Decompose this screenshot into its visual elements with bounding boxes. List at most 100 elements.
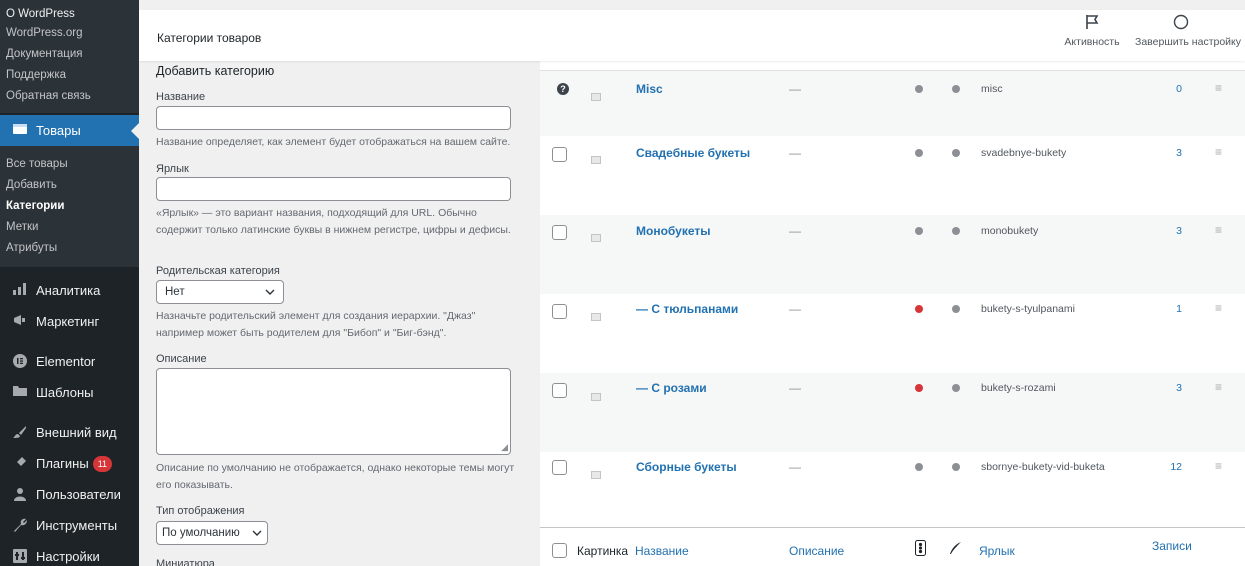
sidebar-item-appearance[interactable]: Внешний вид xyxy=(0,417,139,448)
drag-handle-icon[interactable]: ≡ xyxy=(1215,223,1222,237)
drag-handle-icon[interactable]: ≡ xyxy=(1215,145,1222,159)
status-column-icon xyxy=(915,540,926,559)
image-placeholder-icon xyxy=(591,313,601,321)
drag-handle-icon[interactable]: ≡ xyxy=(1215,380,1222,394)
status-dot-icon xyxy=(915,305,923,313)
activity-label: Активность xyxy=(1064,36,1120,48)
category-name-link[interactable]: Сборные букеты xyxy=(636,460,737,474)
table-footer-header: Картинка Название Описание Ярлык Записи xyxy=(540,527,1245,566)
sidebar-item-products[interactable]: Товары xyxy=(0,115,139,146)
category-count-link[interactable]: 0 xyxy=(1162,83,1182,95)
category-count-link[interactable]: 3 xyxy=(1162,382,1182,394)
slug-hint: «Ярлык» — это вариант названия, подходящ… xyxy=(156,207,511,236)
category-count-link[interactable]: 3 xyxy=(1162,225,1182,237)
visibility-dot-icon xyxy=(952,85,960,93)
column-slug-sort-link[interactable]: Ярлык xyxy=(979,544,1015,558)
drag-handle-icon[interactable]: ≡ xyxy=(1215,459,1222,473)
column-count-sort-link[interactable]: Записи xyxy=(1152,539,1192,553)
plugin-icon xyxy=(12,456,28,472)
table-row: ? Misc — misc 0 ≡ xyxy=(540,71,1245,136)
table-row: — С розами — bukety-s-rozami 3 ≡ xyxy=(540,373,1245,452)
visibility-dot-icon xyxy=(952,149,960,157)
category-thumbnail xyxy=(581,302,611,332)
sidebar-item-plugins[interactable]: Плагины 11 xyxy=(0,448,139,479)
sidebar-item-feedback[interactable]: Обратная связь xyxy=(0,86,139,107)
drag-handle-icon[interactable]: ≡ xyxy=(1215,301,1222,315)
elementor-icon xyxy=(12,353,28,370)
status-dot-icon xyxy=(915,149,923,157)
sidebar-item-tools[interactable]: Инструменты xyxy=(0,510,139,541)
parent-category-value: Нет xyxy=(165,286,185,298)
sidebar-item-elementor[interactable]: Elementor xyxy=(0,346,139,377)
row-checkbox[interactable] xyxy=(552,147,567,162)
sidebar-item-label: Товары xyxy=(36,123,81,138)
row-checkbox[interactable] xyxy=(552,383,567,398)
category-count-link[interactable]: 1 xyxy=(1162,303,1182,315)
parent-category-select[interactable]: Нет xyxy=(156,280,284,304)
image-placeholder-icon xyxy=(591,393,601,401)
table-row: Сборные букеты — sbornye-bukety-vid-buke… xyxy=(540,452,1245,527)
category-thumbnail xyxy=(581,223,611,253)
flag-icon xyxy=(1061,14,1123,32)
name-input[interactable] xyxy=(156,106,511,130)
sidebar-item-marketing[interactable]: Маркетинг xyxy=(0,306,139,337)
sidebar-item-support[interactable]: Поддержка xyxy=(0,65,139,86)
form-heading: Добавить категорию xyxy=(156,64,275,78)
sidebar-item-attributes[interactable]: Атрибуты xyxy=(0,238,139,259)
resize-grip-icon[interactable]: ◢ xyxy=(501,442,508,453)
row-checkbox[interactable] xyxy=(552,225,567,240)
sidebar-item-label: Плагины xyxy=(36,456,89,471)
feather-column-icon xyxy=(949,542,962,558)
category-count-link[interactable]: 12 xyxy=(1162,461,1182,473)
category-thumbnail xyxy=(581,382,611,412)
column-image-label: Картинка xyxy=(577,544,629,558)
sidebar-item-documentation[interactable]: Документация xyxy=(0,44,139,65)
sidebar-item-templates[interactable]: Шаблоны xyxy=(0,377,139,408)
category-description: — xyxy=(789,460,801,474)
category-name-link[interactable]: Свадебные букеты xyxy=(636,146,750,160)
default-category-help-icon[interactable]: ? xyxy=(557,83,569,95)
status-dot-icon xyxy=(915,227,923,235)
category-name-link[interactable]: Монобукеты xyxy=(636,224,710,238)
drag-handle-icon[interactable]: ≡ xyxy=(1215,81,1222,95)
thumbnail-label: Миниатюра xyxy=(156,558,215,566)
category-name-link[interactable]: Misc xyxy=(636,82,663,96)
sidebar-item-analytics[interactable]: Аналитика xyxy=(0,275,139,306)
sidebar-item-tags[interactable]: Метки xyxy=(0,217,139,238)
display-type-label: Тип отображения xyxy=(156,505,245,517)
category-count-link[interactable]: 3 xyxy=(1162,147,1182,159)
sidebar-item-wordpress-org[interactable]: WordPress.org xyxy=(0,23,139,44)
sidebar-item-users[interactable]: Пользователи xyxy=(0,479,139,510)
row-checkbox[interactable] xyxy=(552,304,567,319)
sidebar-item-label: Настройки xyxy=(36,549,100,564)
category-slug: svadebnye-bukety xyxy=(981,147,1067,159)
sidebar-item-settings[interactable]: Настройки xyxy=(0,541,139,566)
sidebar-item-categories[interactable]: Категории xyxy=(0,196,139,217)
category-slug: misc xyxy=(981,83,1003,95)
activity-button[interactable]: Активность xyxy=(1061,14,1123,48)
display-type-value: По умолчанию xyxy=(162,527,240,539)
slug-input[interactable] xyxy=(156,177,511,201)
sidebar-item-label: Внешний вид xyxy=(36,425,117,440)
row-checkbox[interactable] xyxy=(552,460,567,475)
table-top-strip xyxy=(540,61,1245,71)
status-dot-icon xyxy=(915,463,923,471)
progress-circle-icon xyxy=(1173,14,1245,32)
column-name-sort-link[interactable]: Название xyxy=(635,544,689,558)
sidebar-item-add-product[interactable]: Добавить xyxy=(0,175,139,196)
slug-label: Ярлык xyxy=(156,163,189,175)
category-slug: sbornye-bukety-vid-buketa xyxy=(981,461,1105,473)
category-name-link[interactable]: — С тюльпанами xyxy=(636,302,738,316)
category-name-link[interactable]: — С розами xyxy=(636,381,707,395)
display-type-select[interactable]: По умолчанию xyxy=(156,521,268,545)
megaphone-icon xyxy=(12,314,28,330)
sidebar-item-all-products[interactable]: Все товары xyxy=(0,154,139,175)
categories-table: ? Misc — misc 0 ≡ Свадебные букеты — sva… xyxy=(540,61,1245,566)
description-textarea[interactable]: ◢ xyxy=(156,368,511,455)
category-slug: bukety-s-rozami xyxy=(981,382,1056,394)
visibility-dot-icon xyxy=(952,384,960,392)
column-description-sort-link[interactable]: Описание xyxy=(789,544,844,558)
select-all-checkbox[interactable] xyxy=(552,543,567,558)
finish-setup-button[interactable]: Завершить настройку xyxy=(1135,14,1245,48)
image-placeholder-icon xyxy=(591,471,601,479)
